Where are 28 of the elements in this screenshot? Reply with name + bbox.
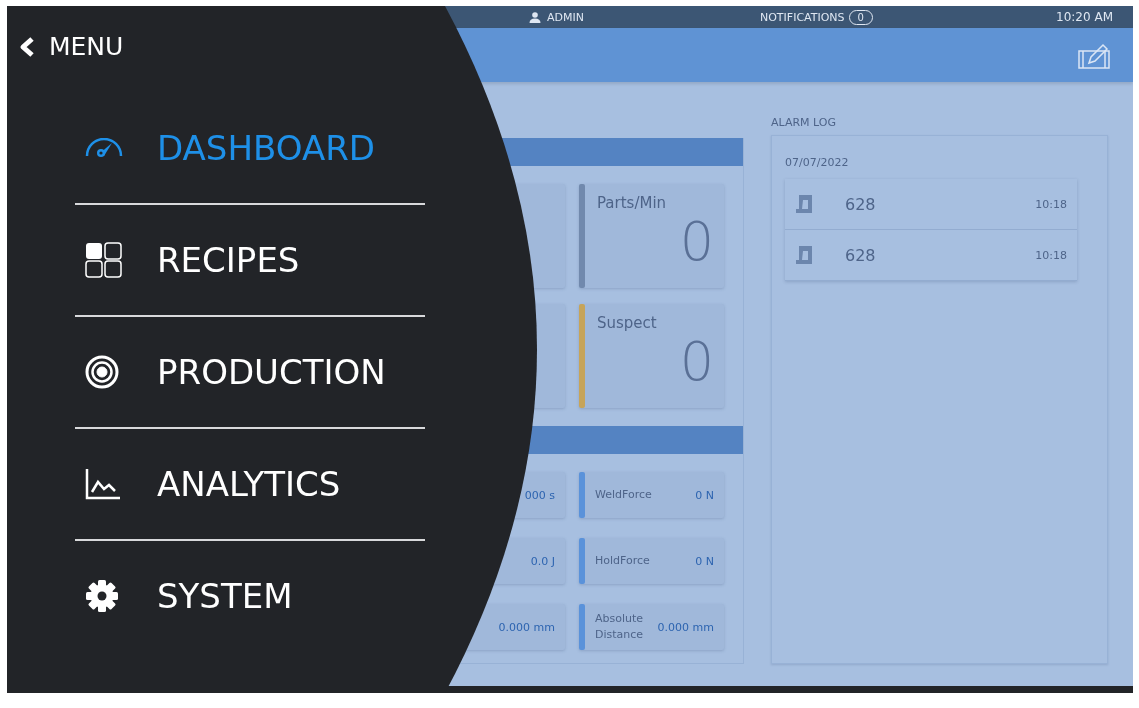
- parameter-value: 000 s: [524, 488, 556, 502]
- parameter-label: HoldForce: [594, 553, 651, 569]
- parameter-value: 0.000 mm: [657, 620, 715, 634]
- counter-value: 0: [679, 212, 714, 272]
- alarm-time: 10:18: [1035, 197, 1067, 211]
- alarm-log-title: ALARM LOG: [771, 116, 837, 129]
- menu-back-button[interactable]: MENU: [17, 32, 547, 61]
- counter-label: Parts/Min: [597, 194, 668, 212]
- clock-time: 10:20 AM: [1056, 10, 1113, 24]
- menu-item[interactable]: SYSTEM: [75, 541, 425, 651]
- menu-item[interactable]: PRODUCTION: [75, 317, 425, 427]
- parameter-value: 0 N: [695, 488, 715, 502]
- menu-item[interactable]: DASHBOARD: [75, 93, 425, 203]
- menu-item[interactable]: RECIPES: [75, 205, 425, 315]
- menu-item[interactable]: ANALYTICS: [75, 429, 425, 539]
- alarm-date: 07/07/2022: [785, 156, 850, 169]
- counter-value: 0: [679, 332, 714, 392]
- alarm-code: 628: [845, 245, 876, 265]
- parameter-value: 0.000 mm: [498, 620, 556, 634]
- alarm-time: 10:18: [1035, 248, 1067, 262]
- parameter-value: 0 N: [695, 554, 715, 568]
- alarm-code: 628: [845, 194, 876, 214]
- parameter-label: Absolute Distance: [594, 611, 645, 643]
- parameter-value: 0.0 J: [530, 554, 556, 568]
- notifications-label[interactable]: NOTIFICATIONS: [759, 10, 845, 24]
- counter-label: Suspect: [597, 314, 658, 332]
- user-name: ADMIN: [547, 10, 584, 24]
- parameter-label: WeldForce: [594, 487, 653, 503]
